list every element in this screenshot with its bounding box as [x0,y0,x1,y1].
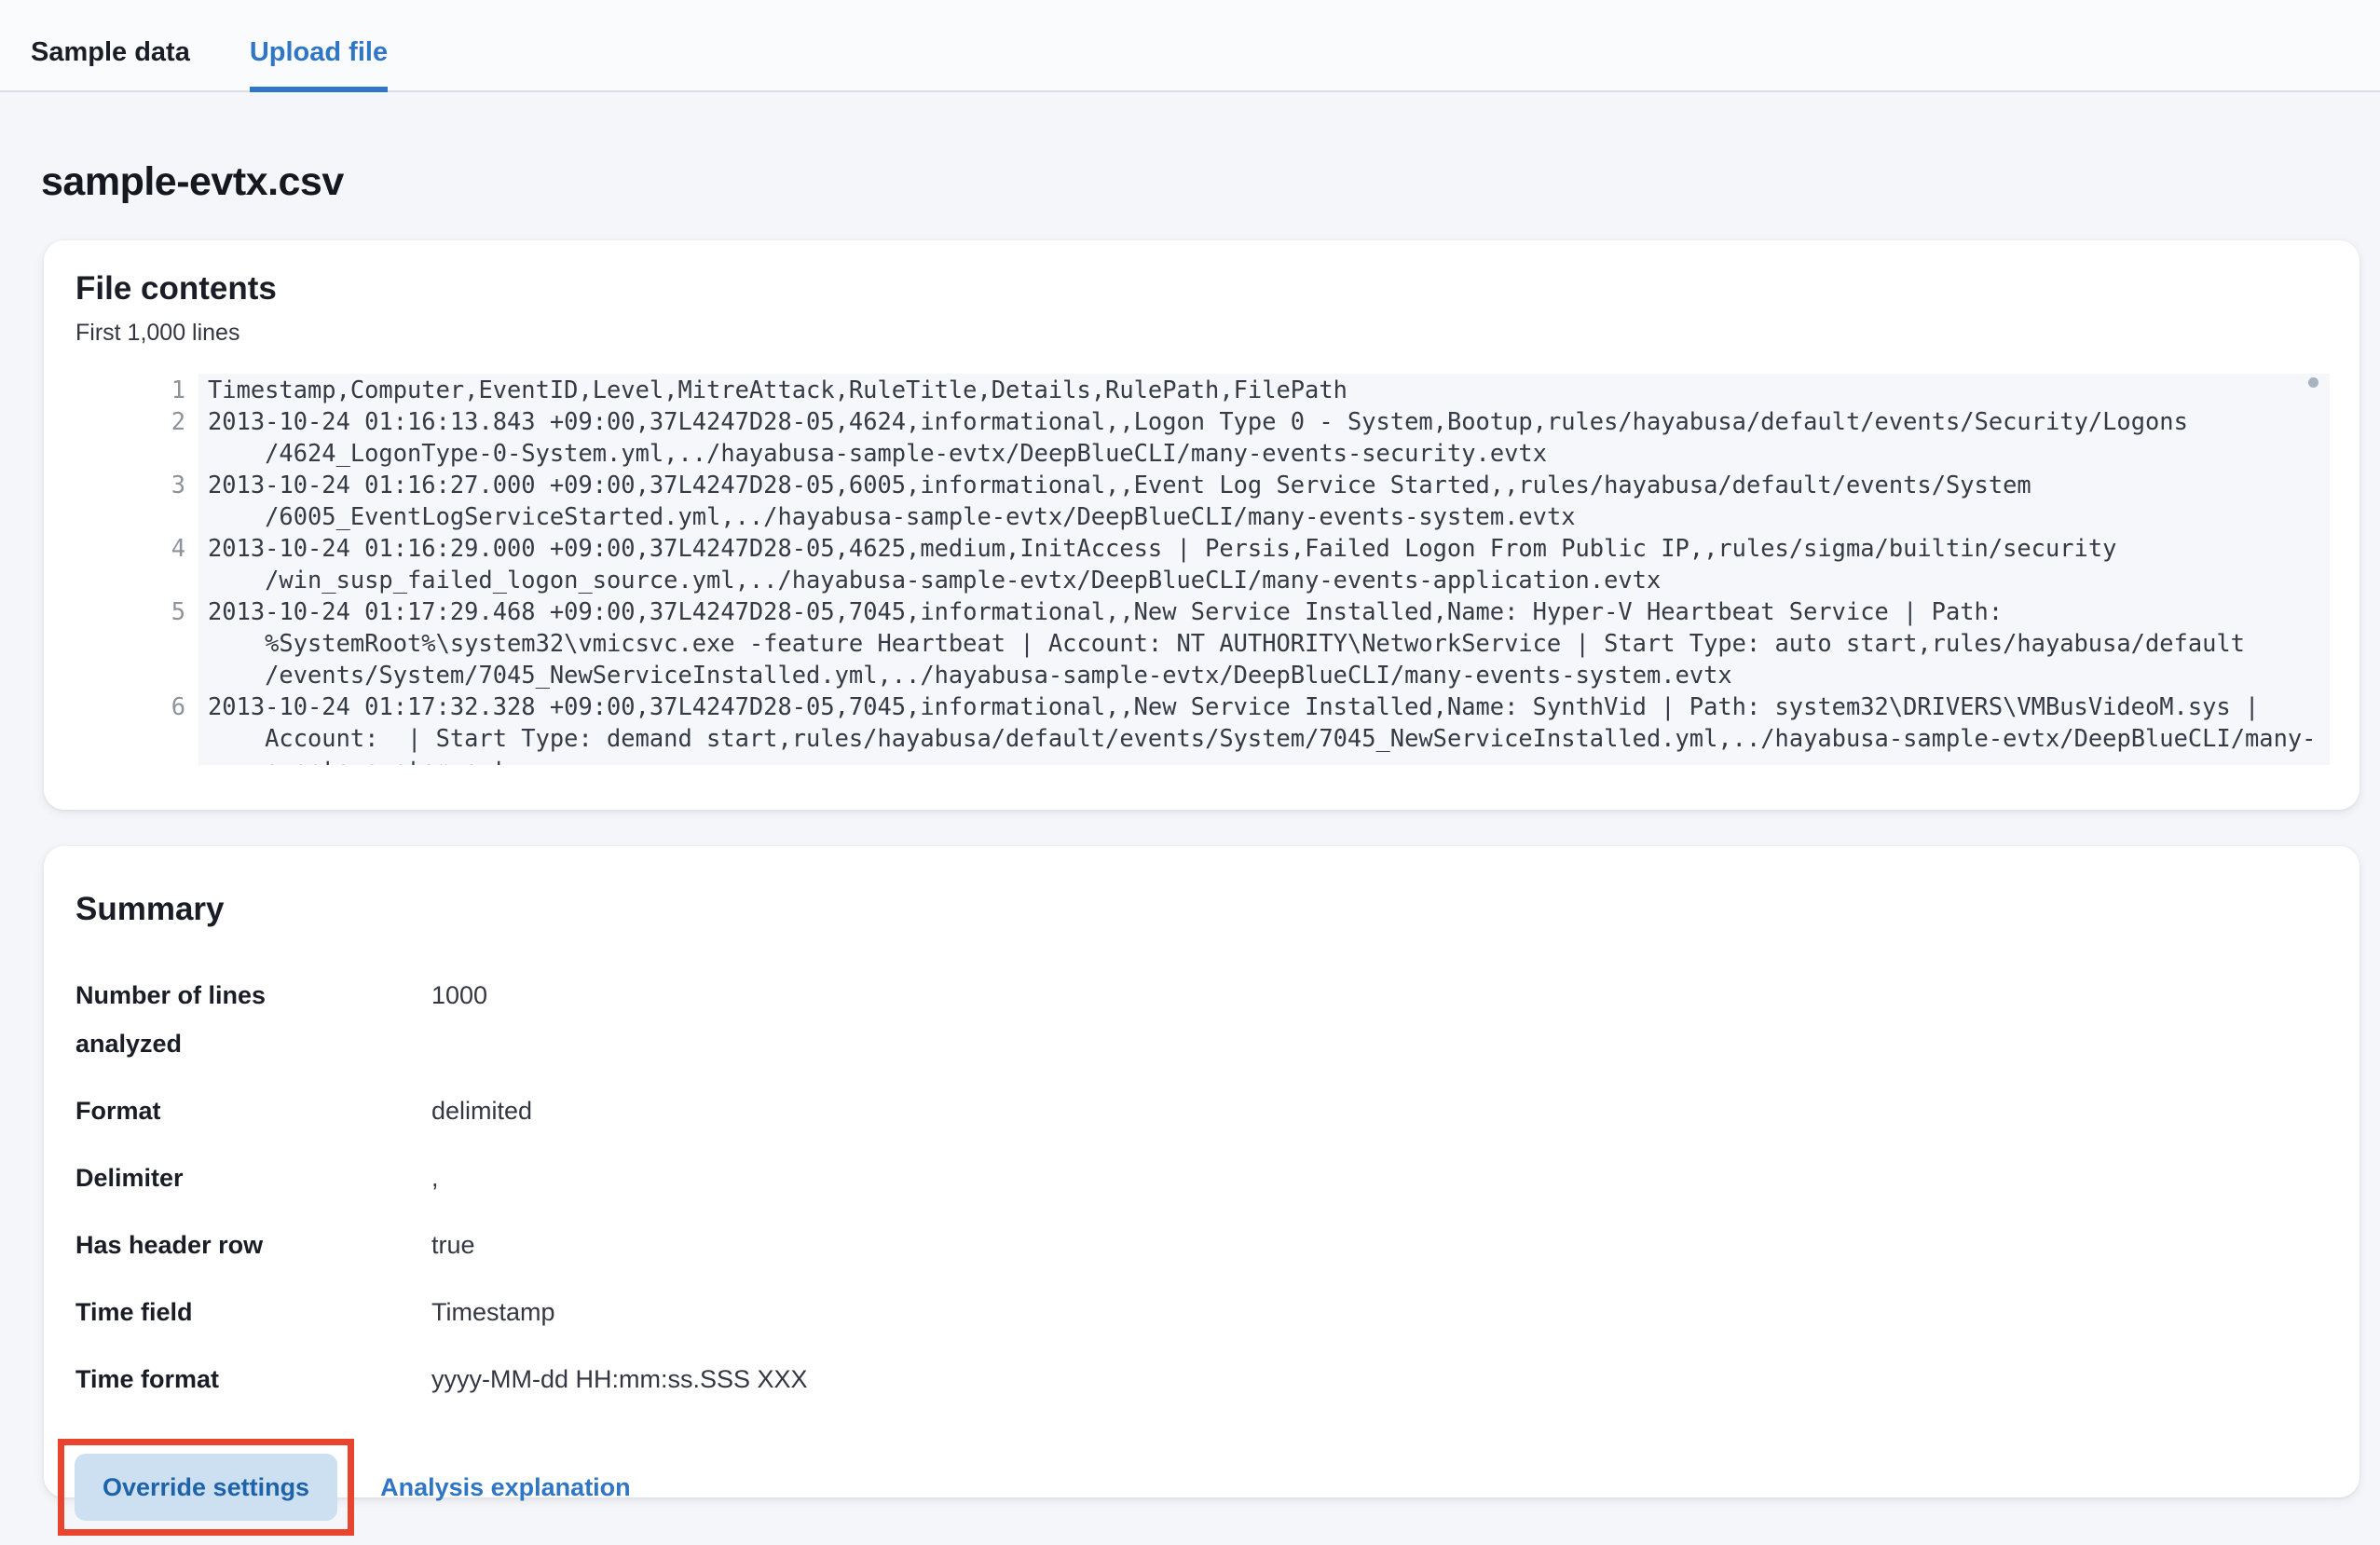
annotation-highlight-box: Override settings [58,1439,354,1536]
code-line-text: 2013-10-24 01:16:29.000 +09:00,37L4247D2… [198,532,2330,595]
code-line-number: 4 [130,532,198,595]
summary-list: Number of lines analyzed1000Formatdelimi… [75,962,2338,1413]
code-line-text: 2013-10-24 01:17:29.468 +09:00,37L4247D2… [198,595,2330,690]
code-line-number: 3 [130,469,198,532]
page-title: sample-evtx.csv [41,159,2359,205]
file-contents-heading: File contents [75,268,2338,309]
code-line-text: Timestamp,Computer,EventID,Level,MitreAt… [198,374,2330,405]
summary-value: true [431,1221,2338,1269]
page-body: sample-evtx.csv File contents First 1,00… [0,159,2380,1497]
code-line: 22013-10-24 01:16:13.843 +09:00,37L4247D… [130,405,2330,469]
summary-row: Delimiter, [75,1144,2338,1211]
summary-row: Time fieldTimestamp [75,1278,2338,1346]
scrollbar-indicator-dot[interactable] [2308,377,2318,388]
summary-heading: Summary [75,889,2338,930]
file-contents-card: File contents First 1,000 lines 1Timesta… [44,240,2359,810]
summary-value: delimited [431,1087,2338,1135]
code-line-text: 2013-10-24 01:16:13.843 +09:00,37L4247D2… [198,405,2330,469]
analysis-explanation-link[interactable]: Analysis explanation [380,1473,631,1502]
summary-row: Formatdelimited [75,1077,2338,1144]
summary-actions-row: Override settings Analysis explanation [75,1439,2338,1536]
tab-upload-file[interactable]: Upload file [250,37,388,92]
summary-label: Number of lines analyzed [75,971,431,1068]
summary-card: Summary Number of lines analyzed1000Form… [44,846,2359,1497]
code-line: 62013-10-24 01:17:32.328 +09:00,37L4247D… [130,690,2330,765]
summary-value: , [431,1154,2338,1202]
tab-sample-data[interactable]: Sample data [31,37,190,92]
summary-label: Format [75,1087,431,1135]
code-line: 52013-10-24 01:17:29.468 +09:00,37L4247D… [130,595,2330,690]
override-settings-button[interactable]: Override settings [75,1454,337,1521]
code-line: 42013-10-24 01:16:29.000 +09:00,37L4247D… [130,532,2330,595]
summary-value: Timestamp [431,1288,2338,1336]
code-line-number: 5 [130,595,198,690]
code-line: 1Timestamp,Computer,EventID,Level,MitreA… [130,374,2330,405]
code-line: 32013-10-24 01:16:27.000 +09:00,37L4247D… [130,469,2330,532]
summary-label: Delimiter [75,1154,431,1202]
code-line-number: 1 [130,374,198,405]
summary-label: Time format [75,1355,431,1403]
summary-row: Number of lines analyzed1000 [75,962,2338,1077]
file-contents-subtitle: First 1,000 lines [75,319,2338,347]
summary-row: Has header rowtrue [75,1211,2338,1278]
summary-row: Time formatyyyy-MM-dd HH:mm:ss.SSS XXX [75,1346,2338,1413]
summary-label: Time field [75,1288,431,1336]
tab-bar: Sample data Upload file [0,0,2380,92]
summary-value: 1000 [431,971,2338,1068]
code-line-number: 2 [130,405,198,469]
summary-value: yyyy-MM-dd HH:mm:ss.SSS XXX [431,1355,2338,1403]
code-line-number: 6 [130,690,198,765]
code-line-text: 2013-10-24 01:16:27.000 +09:00,37L4247D2… [198,469,2330,532]
summary-label: Has header row [75,1221,431,1269]
code-block[interactable]: 1Timestamp,Computer,EventID,Level,MitreA… [130,367,2330,765]
code-line-text: 2013-10-24 01:17:32.328 +09:00,37L4247D2… [198,690,2330,765]
